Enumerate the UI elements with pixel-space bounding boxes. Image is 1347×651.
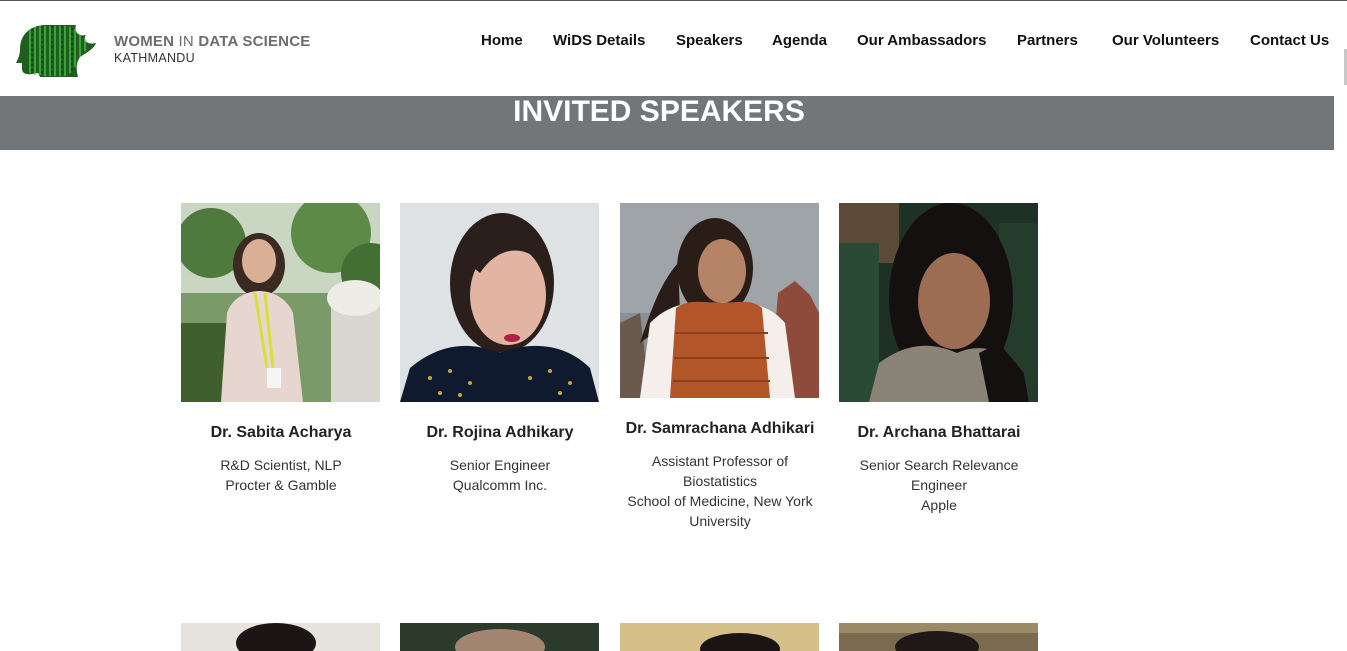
brand-title-in: IN bbox=[178, 33, 194, 50]
speaker-name[interactable]: Dr. Samrachana Adhikari bbox=[620, 420, 820, 438]
speaker-role: Assistant Professor of bbox=[651, 453, 789, 469]
speaker-card[interactable]: Dr. Sabita Acharya R&D Scientist, NLP Pr… bbox=[181, 203, 381, 495]
speaker-card[interactable]: Dr. Rojina Adhikary Senior Engineer Qual… bbox=[400, 203, 600, 495]
speaker-description: Assistant Professor of Biostatistics Sch… bbox=[620, 451, 820, 531]
speaker-role: Senior Search Relevance bbox=[859, 457, 1019, 473]
section-title: INVITED SPEAKERS bbox=[513, 95, 805, 128]
speaker-organization: Qualcomm Inc. bbox=[452, 477, 548, 493]
nav-wids-details[interactable]: WiDS Details bbox=[553, 32, 645, 49]
speaker-name[interactable]: Dr. Archana Bhattarai bbox=[839, 424, 1039, 442]
brand-subtitle: KATHMANDU bbox=[114, 51, 195, 65]
speaker-role: Senior Engineer bbox=[449, 457, 551, 473]
nav-agenda[interactable]: Agenda bbox=[772, 32, 827, 49]
site-header: WOMEN IN DATA SCIENCE KATHMANDU Home WiD… bbox=[0, 1, 1347, 96]
speaker-organization-continued: University bbox=[689, 513, 751, 529]
speaker-photo[interactable] bbox=[620, 623, 819, 651]
speaker-photo[interactable] bbox=[620, 203, 819, 398]
brand[interactable]: WOMEN IN DATA SCIENCE KATHMANDU bbox=[114, 33, 310, 65]
speaker-organization: Apple bbox=[921, 497, 957, 513]
speaker-description: Senior Engineer Qualcomm Inc. bbox=[400, 455, 600, 495]
nav-speakers[interactable]: Speakers bbox=[676, 32, 743, 49]
section-banner: INVITED SPEAKERS bbox=[0, 96, 1334, 150]
brand-title: WOMEN IN DATA SCIENCE bbox=[114, 33, 310, 50]
speaker-role: R&D Scientist, NLP bbox=[220, 457, 342, 473]
speaker-organization: Procter & Gamble bbox=[225, 477, 337, 493]
speaker-photo[interactable] bbox=[400, 623, 599, 651]
speaker-photo[interactable] bbox=[839, 623, 1038, 651]
scrollbar[interactable] bbox=[1334, 1, 1347, 651]
brand-title-data-science: DATA SCIENCE bbox=[198, 33, 311, 50]
speaker-description: Senior Search Relevance Engineer Apple bbox=[839, 455, 1039, 515]
nav-home[interactable]: Home bbox=[481, 32, 523, 49]
nav-our-ambassadors[interactable]: Our Ambassadors bbox=[857, 32, 987, 49]
speaker-name[interactable]: Dr. Rojina Adhikary bbox=[400, 424, 600, 442]
speaker-photo[interactable] bbox=[181, 203, 380, 402]
speaker-card[interactable]: Dr. Archana Bhattarai Senior Search Rele… bbox=[839, 203, 1039, 515]
speaker-role-continued: Engineer bbox=[910, 477, 968, 493]
speaker-photo[interactable] bbox=[400, 203, 599, 402]
nav-partners[interactable]: Partners bbox=[1017, 32, 1078, 49]
nav-our-volunteers[interactable]: Our Volunteers bbox=[1112, 32, 1219, 49]
speaker-organization: School of Medicine, New York bbox=[627, 493, 813, 509]
brand-title-women: WOMEN bbox=[114, 33, 175, 50]
speaker-role-continued: Biostatistics bbox=[683, 473, 757, 489]
woman-face-data-icon[interactable] bbox=[16, 23, 98, 77]
speaker-card[interactable]: Dr. Samrachana Adhikari Assistant Profes… bbox=[620, 203, 820, 531]
speaker-description: R&D Scientist, NLP Procter & Gamble bbox=[181, 455, 381, 495]
speaker-photo[interactable] bbox=[839, 203, 1038, 402]
speaker-name[interactable]: Dr. Sabita Acharya bbox=[181, 424, 381, 442]
nav-contact-us[interactable]: Contact Us bbox=[1250, 32, 1329, 49]
speaker-photo[interactable] bbox=[181, 623, 380, 651]
